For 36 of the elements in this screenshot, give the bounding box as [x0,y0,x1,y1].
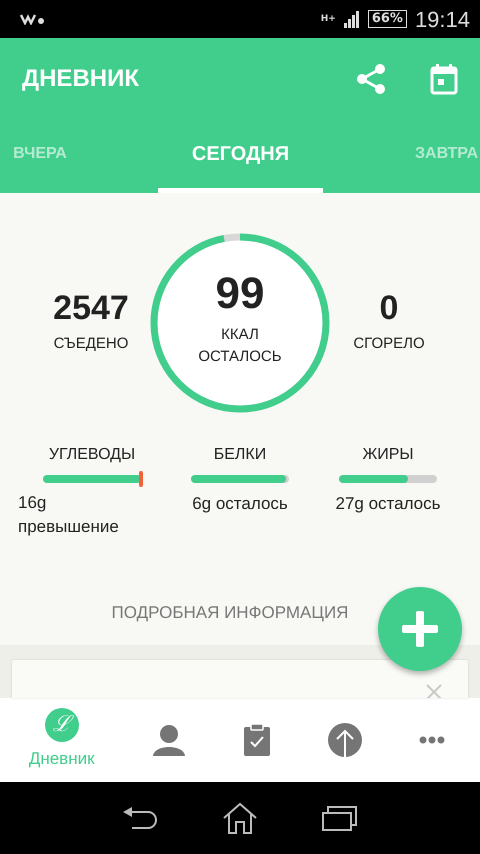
tab[interactable]: ВЧЕРА [0,120,90,193]
home-icon[interactable] [222,802,258,834]
macro-reading: 16g превышение [18,492,120,538]
upload-icon [328,723,362,757]
burned-calories: 0 [380,290,398,325]
nav-item[interactable] [152,724,186,756]
nav-item[interactable] [328,723,362,757]
walkman-icon [20,13,46,25]
clipboard-icon [244,724,270,756]
macro-name: БЕЛКИ [214,445,266,465]
macro-name: УГЛЕВОДЫ [48,445,136,465]
burned-label: СГОРЕЛО [353,334,425,354]
battery-indicator: 66% [368,10,407,28]
nav-item[interactable] [419,736,446,744]
macro-reading: 27g осталось [335,493,440,515]
remaining-label: ОСТАЛОСЬ [198,347,282,367]
screen-title: ДНЕВНИК [22,64,139,94]
clock: 19:14 [414,6,470,34]
macro-reading: 6g осталось [192,493,288,515]
network-label: H+ [320,14,336,24]
eaten-label: СЪЕДЕНО [54,334,128,354]
unit-label: ККАЛ [221,324,259,344]
nav-item[interactable]: ℒ Дневник [28,708,95,772]
nav-item[interactable] [244,724,270,756]
remaining-calories: 99 [216,272,264,316]
macro-name: ЖИРЫ [362,445,414,465]
logo-icon: ℒ [44,708,79,742]
recent-apps-icon[interactable] [322,805,358,831]
tab[interactable]: ЗАВТРА [400,120,480,193]
plus-icon [402,611,438,647]
signal-icon [344,10,360,28]
profile-icon [152,724,186,756]
eaten-calories: 2547 [53,290,129,325]
back-icon[interactable] [122,806,158,830]
details-link[interactable]: ПОДРОБНАЯ ИНФОРМАЦИЯ [112,600,348,625]
more-icon [419,736,446,744]
